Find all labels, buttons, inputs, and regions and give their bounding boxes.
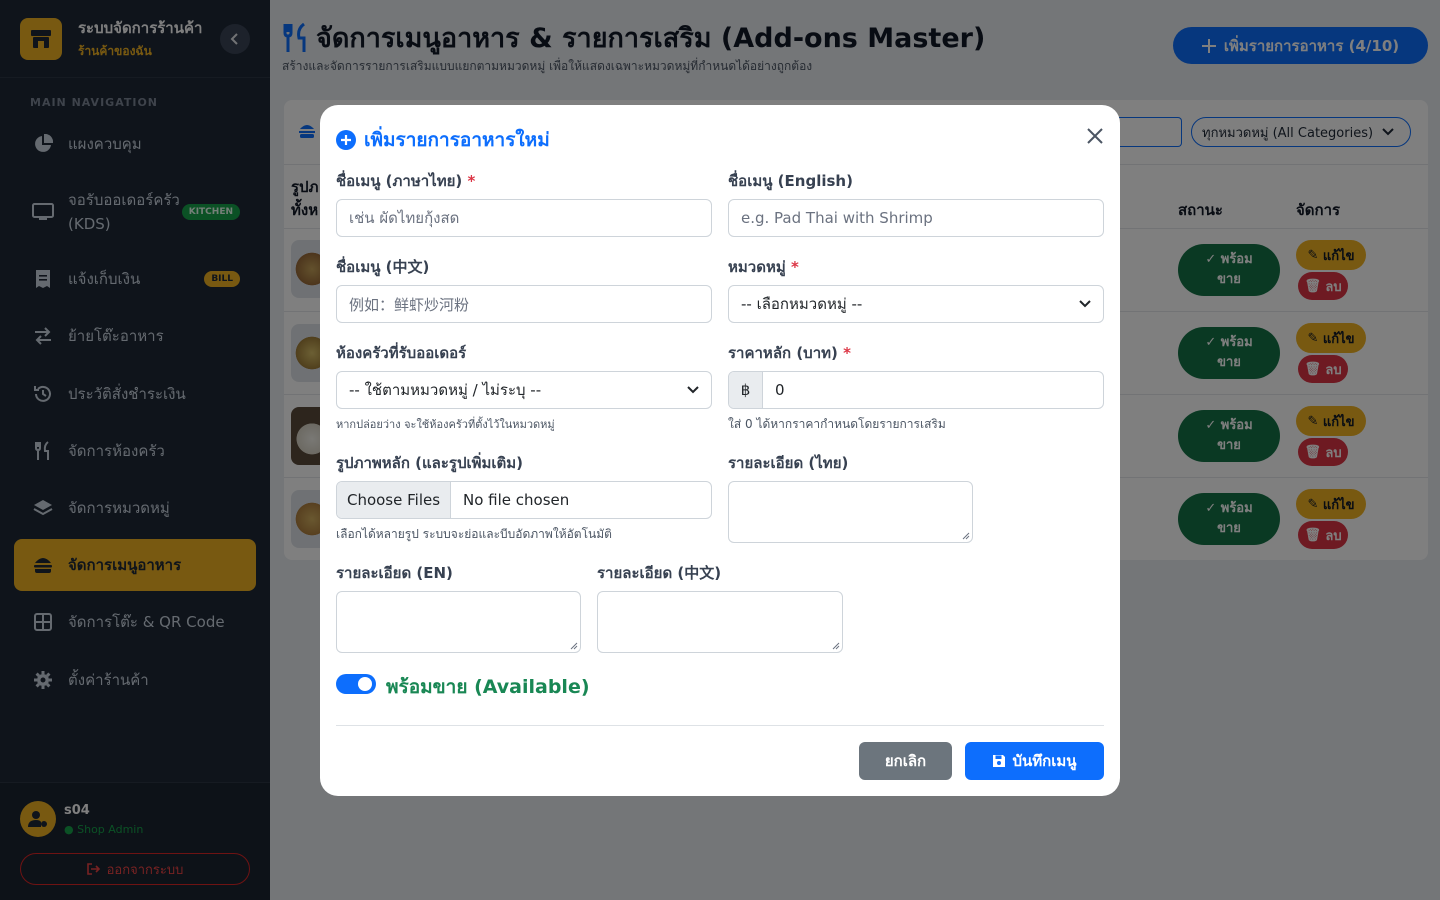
desc-th-textarea[interactable] [728, 481, 973, 543]
close-button[interactable] [1082, 123, 1108, 149]
add-menu-modal: เพิ่มรายการอาหารใหม่ ชื่อเมนู (ภาษาไทย) … [320, 105, 1120, 796]
desc-en-textarea[interactable] [336, 591, 581, 653]
kitchen-select[interactable]: -- ใช้ตามหมวดหมู่ / ไม่ระบุ -- [336, 371, 712, 409]
name-en-input[interactable]: e.g. Pad Thai with Shrimp [728, 199, 1104, 237]
resize-grip-icon[interactable] [570, 642, 578, 650]
name-th-label-text: ชื่อเมนู (ภาษาไทย) [336, 172, 463, 190]
category-select[interactable]: -- เลือกหมวดหมู่ -- [728, 285, 1104, 323]
currency-addon: ฿ [729, 372, 763, 408]
price-hint: ใส่ 0 ได้หากราคากำหนดโดยรายการเสริม [728, 417, 946, 431]
name-th-input[interactable]: เช่น ผัดไทยกุ้งสด [336, 199, 712, 237]
available-toggle[interactable] [336, 674, 376, 694]
desc-th-label: รายละเอียด (ไทย) [728, 454, 849, 472]
price-input-group: ฿ 0 [728, 371, 1104, 409]
close-icon [1087, 128, 1103, 144]
kitchen-label: ห้องครัวที่รับออเดอร์ [336, 344, 467, 362]
category-label: หมวดหมู่ * [728, 255, 799, 279]
plus-circle-icon [336, 130, 356, 150]
price-label: ราคาหลัก (บาท) * [728, 341, 851, 365]
image-label: รูปภาพหลัก (และรูปเพิ่มเติม) [336, 454, 524, 472]
modal-title-text: เพิ่มรายการอาหารใหม่ [364, 129, 550, 151]
category-select-value: -- เลือกหมวดหมู่ -- [741, 295, 863, 313]
file-status: No file chosen [463, 491, 570, 509]
kitchen-select-value: -- ใช้ตามหมวดหมู่ / ไม่ระบุ -- [349, 381, 542, 399]
required-mark: * [843, 344, 851, 362]
desc-cn-textarea[interactable] [597, 591, 843, 653]
desc-en-label: รายละเอียด (EN) [336, 564, 453, 582]
price-input[interactable]: 0 [763, 372, 785, 408]
price-label-text: ราคาหลัก (บาท) [728, 344, 838, 362]
chevron-down-icon [1079, 300, 1091, 308]
kitchen-hint: หากปล่อยว่าง จะใช้ห้องครัวที่ตั้งไว้ในหม… [336, 418, 555, 431]
image-hint: เลือกได้หลายรูป ระบบจะย่อและบีบอัดภาพให้… [336, 527, 612, 541]
save-button[interactable]: บันทึกเมนู [965, 742, 1104, 780]
resize-grip-icon[interactable] [832, 642, 840, 650]
choose-files-button[interactable]: Choose Files [337, 482, 451, 518]
name-cn-input[interactable]: 例如：鲜虾炒河粉 [336, 285, 712, 323]
name-en-label: ชื่อเมนู (English) [728, 172, 853, 190]
floppy-disk-icon [993, 755, 1006, 767]
available-label: พร้อมขาย (Available) [386, 676, 590, 698]
category-label-text: หมวดหมู่ [728, 258, 786, 276]
required-mark: * [467, 172, 476, 190]
chevron-down-icon [687, 386, 699, 394]
desc-cn-label: รายละเอียด (中文) [597, 564, 722, 582]
image-file-input[interactable]: Choose Files No file chosen [336, 481, 712, 519]
cancel-button[interactable]: ยกเลิก [859, 742, 952, 780]
name-cn-label: ชื่อเมนู (中文) [336, 258, 430, 276]
footer-divider [336, 725, 1104, 726]
save-label: บันทึกเมนู [1012, 752, 1077, 770]
required-mark: * [790, 258, 799, 276]
resize-grip-icon[interactable] [962, 532, 970, 540]
name-th-label: ชื่อเมนู (ภาษาไทย) * [336, 169, 475, 193]
toggle-knob [358, 677, 372, 691]
modal-title: เพิ่มรายการอาหารใหม่ [336, 125, 550, 155]
